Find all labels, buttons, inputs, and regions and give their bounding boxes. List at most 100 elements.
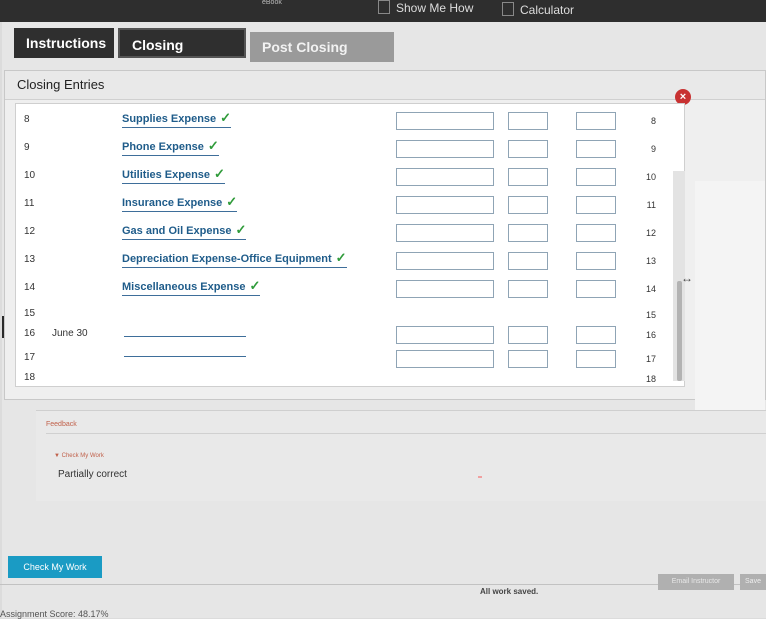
- checkmark-icon: ✓: [249, 278, 261, 293]
- account-label: Utilities Expense: [122, 169, 211, 181]
- show-me-how-icon: [378, 0, 390, 14]
- row-number: 15: [24, 308, 36, 319]
- account-label: Depreciation Expense-Office Equipment: [122, 253, 332, 265]
- post-ref-field[interactable]: [396, 252, 494, 270]
- account-select[interactable]: Supplies Expense ✓: [122, 110, 232, 128]
- row-number-right: 14: [645, 284, 656, 294]
- table-row: 16 June 30 16: [16, 324, 684, 348]
- account-select[interactable]: [124, 356, 246, 357]
- table-row: 13 Depreciation Expense-Office Equipment ✓…: [16, 250, 684, 274]
- debit-field[interactable]: [508, 326, 548, 344]
- checkmark-icon: ✓: [207, 138, 219, 153]
- account-select[interactable]: Gas and Oil Expense ✓: [122, 222, 247, 240]
- account-select[interactable]: Utilities Expense ✓: [122, 166, 225, 184]
- account-label: Insurance Expense: [122, 197, 223, 209]
- table-row: 8 Supplies Expense ✓ 8: [16, 110, 684, 134]
- account-select[interactable]: [124, 336, 246, 337]
- post-ref-field[interactable]: [396, 196, 494, 214]
- row-number: 18: [24, 372, 36, 383]
- row-number: 11: [24, 198, 35, 209]
- post-ref-field[interactable]: [396, 168, 494, 186]
- checkmark-icon: ✓: [226, 194, 238, 209]
- account-select[interactable]: Insurance Expense ✓: [122, 194, 238, 212]
- checkmark-icon: ✓: [235, 222, 247, 237]
- row-number: 8: [24, 114, 30, 125]
- check-my-work-toggle[interactable]: ▼ Check My Work: [54, 453, 104, 459]
- debit-field[interactable]: [508, 280, 548, 298]
- debit-field[interactable]: [508, 112, 548, 130]
- post-ref-field[interactable]: [396, 350, 494, 368]
- row-number-right: 17: [645, 354, 656, 364]
- debit-field[interactable]: [508, 350, 548, 368]
- debit-field[interactable]: [508, 140, 548, 158]
- footer-divider: [0, 584, 766, 585]
- debit-field[interactable]: [508, 252, 548, 270]
- account-label: Phone Expense: [122, 141, 204, 153]
- row-number: 16: [24, 328, 36, 339]
- tab-closing-entries[interactable]: Closing Entries: [118, 28, 246, 83]
- journal-table: 8 Supplies Expense ✓ 8 9 Phone Expense ✓ 9 10 Uti…: [15, 103, 685, 387]
- row-number-right: 15: [645, 310, 656, 320]
- top-toolbar: eBook Show Me How Calculator: [0, 0, 766, 22]
- row-date: June 30: [52, 328, 88, 339]
- credit-field[interactable]: [576, 140, 616, 158]
- account-select[interactable]: Miscellaneous Expense ✓: [122, 278, 261, 296]
- panel-title: Closing Entries: [17, 77, 105, 92]
- account-select[interactable]: Phone Expense ✓: [122, 138, 219, 156]
- account-label: Gas and Oil Expense: [122, 225, 232, 237]
- row-number-right: 10: [645, 172, 656, 182]
- feedback-section: Feedback ▼ Check My Work Partially corre…: [36, 410, 766, 501]
- table-row: 10 Utilities Expense ✓ 10: [16, 166, 684, 190]
- show-me-how-label: Show Me How: [396, 1, 474, 15]
- email-instructor-button[interactable]: Email Instructor: [658, 574, 734, 590]
- post-ref-field[interactable]: [396, 326, 494, 344]
- row-number-right: 8: [650, 116, 656, 126]
- row-number-right: 9: [650, 144, 656, 154]
- panel-header: Closing Entries: [5, 71, 765, 100]
- scroll-thumb[interactable]: [677, 281, 682, 381]
- credit-field[interactable]: [576, 280, 616, 298]
- post-ref-field[interactable]: [396, 280, 494, 298]
- check-my-work-button[interactable]: Check My Work: [8, 556, 102, 578]
- closing-entries-panel: Closing Entries × 8 Supplies Expense ✓ 8 9 Ph…: [4, 70, 766, 441]
- row-number-right: 13: [645, 256, 656, 266]
- save-button[interactable]: Save: [740, 574, 766, 590]
- checkmark-icon: ✓: [214, 166, 225, 181]
- tab-instructions[interactable]: Instructions: [14, 28, 114, 58]
- debit-field[interactable]: [508, 168, 548, 186]
- feedback-title: Feedback: [46, 421, 77, 428]
- row-number: 13: [24, 254, 36, 265]
- ebook-link[interactable]: eBook: [262, 0, 302, 16]
- post-ref-field[interactable]: [396, 224, 494, 242]
- row-number-right: 16: [645, 330, 656, 340]
- account-label: Supplies Expense: [122, 113, 217, 125]
- table-row: 14 Miscellaneous Expense ✓ 14: [16, 278, 684, 302]
- debit-field[interactable]: [508, 196, 548, 214]
- debit-field[interactable]: [508, 224, 548, 242]
- post-ref-field[interactable]: [396, 112, 494, 130]
- credit-field[interactable]: [576, 252, 616, 270]
- credit-field[interactable]: [576, 168, 616, 186]
- feedback-marker: [478, 476, 482, 478]
- credit-field[interactable]: [576, 224, 616, 242]
- row-number: 9: [24, 142, 30, 153]
- account-select[interactable]: Depreciation Expense-Office Equipment ✓: [122, 250, 347, 268]
- saved-status: All work saved.: [480, 587, 539, 596]
- credit-field[interactable]: [576, 326, 616, 344]
- row-number-right: 18: [645, 374, 656, 384]
- checkmark-icon: ✓: [335, 250, 347, 265]
- row-number: 14: [24, 282, 36, 293]
- credit-field[interactable]: [576, 350, 616, 368]
- credit-field[interactable]: [576, 112, 616, 130]
- calculator-link[interactable]: Calculator: [502, 2, 574, 18]
- post-ref-field[interactable]: [396, 140, 494, 158]
- table-row: 9 Phone Expense ✓ 9: [16, 138, 684, 162]
- show-me-how-link[interactable]: Show Me How: [378, 0, 473, 16]
- tab-post-closing-entries[interactable]: Post Closing Entries: [250, 32, 394, 85]
- account-label: Miscellaneous Expense: [122, 281, 246, 293]
- resize-arrow-icon[interactable]: ↔: [681, 271, 693, 285]
- calculator-icon: [502, 2, 514, 16]
- checkmark-icon: ✓: [220, 110, 232, 125]
- credit-field[interactable]: [576, 196, 616, 214]
- table-row: 12 Gas and Oil Expense ✓ 12: [16, 222, 684, 246]
